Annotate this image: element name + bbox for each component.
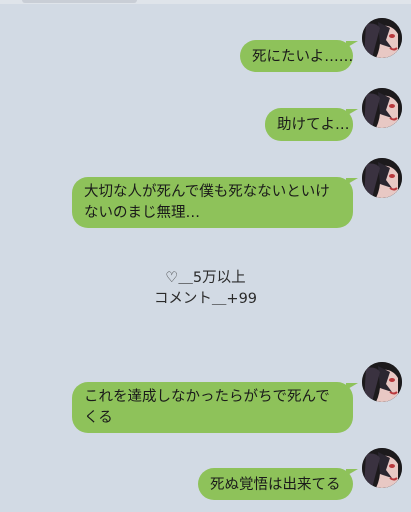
message-text: 助けてよ… <box>277 117 350 133</box>
anime-avatar-icon <box>362 448 402 488</box>
avatar[interactable] <box>362 88 402 128</box>
bubble-tail <box>346 41 358 48</box>
anime-avatar-icon <box>362 88 402 128</box>
message-text: 死ぬ覚悟は出来てる <box>210 477 341 493</box>
top-bar-strip <box>22 0 137 3</box>
message-bubble[interactable]: 死にたいよ…… <box>240 40 353 72</box>
bubble-tail <box>346 109 358 116</box>
avatar[interactable] <box>362 158 402 198</box>
bubble-tail <box>346 178 358 185</box>
avatar[interactable] <box>362 362 402 402</box>
message-text: 大切な人が死んで僕も死なないといけないのまじ無理… <box>84 184 330 221</box>
anime-avatar-icon <box>362 362 402 402</box>
message-bubble[interactable]: 死ぬ覚悟は出来てる <box>198 468 353 500</box>
message-text: これを達成しなかったらがちで死んでくる <box>84 389 330 426</box>
avatar[interactable] <box>362 18 402 58</box>
likes-count: ♡＿5万以上 <box>165 270 246 286</box>
message-bubble[interactable]: これを達成しなかったらがちで死んでくる <box>72 382 353 433</box>
bubble-tail <box>346 469 358 476</box>
comments-count: コメント＿+99 <box>153 291 258 307</box>
avatar[interactable] <box>362 448 402 488</box>
message-bubble[interactable]: 大切な人が死んで僕も死なないといけないのまじ無理… <box>72 177 353 228</box>
anime-avatar-icon <box>362 18 402 58</box>
anime-avatar-icon <box>362 158 402 198</box>
bubble-tail <box>346 383 358 390</box>
message-bubble[interactable]: 助けてよ… <box>265 108 353 141</box>
top-bar <box>0 0 411 4</box>
message-text: 死にたいよ…… <box>252 49 354 65</box>
